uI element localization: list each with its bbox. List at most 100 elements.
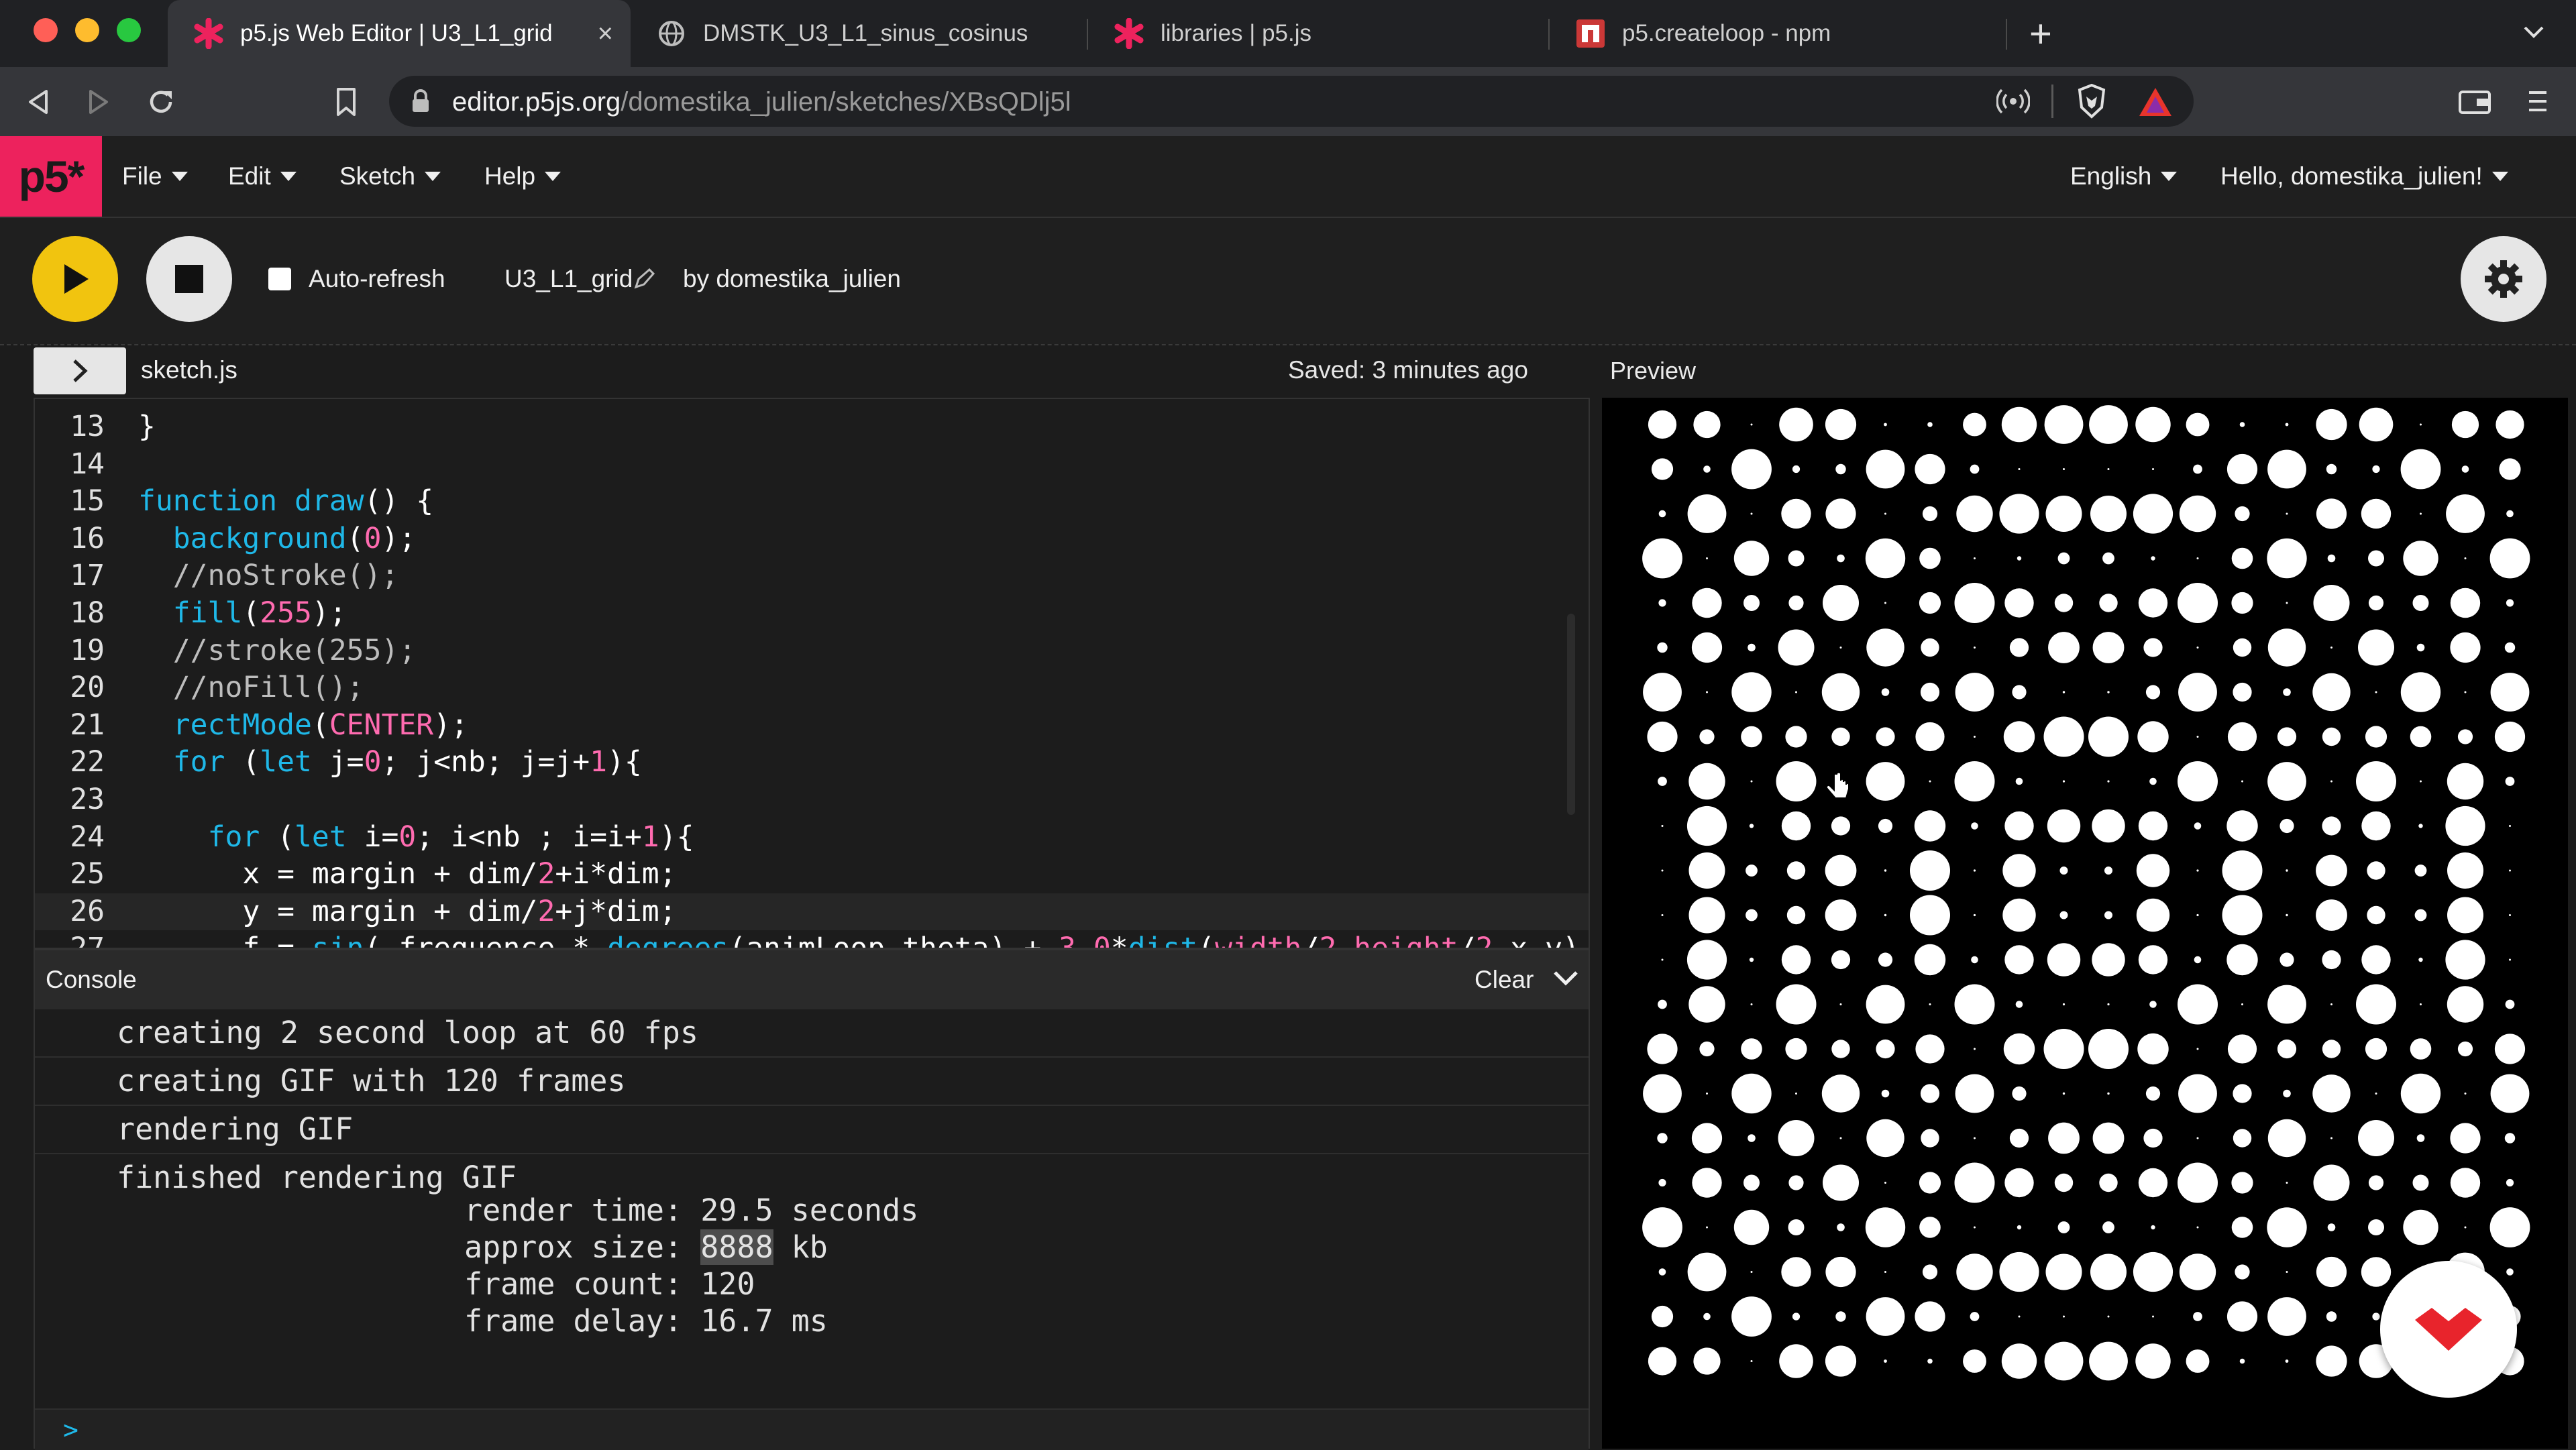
- grid-dot: [2267, 1297, 2306, 1336]
- browser-tab-p5-editor[interactable]: p5.js Web Editor | U3_L1_grid ×: [168, 0, 631, 67]
- new-tab-button[interactable]: +: [2029, 15, 2052, 54]
- code-line[interactable]: 15 function draw() {: [35, 483, 1589, 520]
- editor-scrollbar[interactable]: [1567, 614, 1575, 815]
- grid-dot: [1971, 822, 1978, 830]
- grid-dot: [1688, 897, 1725, 934]
- code-line[interactable]: 18 fill(255);: [35, 595, 1589, 632]
- browser-tab-npm[interactable]: p5.createloop - npm: [1550, 0, 2006, 67]
- code-line[interactable]: 19 //stroke(255);: [35, 632, 1589, 669]
- code-line[interactable]: 26 y = margin + dim/2+j*dim;: [35, 893, 1589, 930]
- code-line[interactable]: 23: [35, 781, 1589, 818]
- collapse-console-icon[interactable]: [1552, 969, 1579, 991]
- menu-file[interactable]: File: [122, 136, 188, 217]
- cast-icon[interactable]: [1996, 87, 2031, 119]
- tab-list-chevron-icon[interactable]: [2522, 24, 2545, 44]
- console-input[interactable]: >: [35, 1408, 1589, 1450]
- grid-dot: [2054, 594, 2074, 612]
- settings-button[interactable]: [2461, 236, 2546, 322]
- browser-tab-sinus-cosinus[interactable]: DMSTK_U3_L1_sinus_cosinus: [631, 0, 1087, 67]
- grid-dot: [2003, 721, 2035, 752]
- close-tab-icon[interactable]: ×: [598, 20, 613, 47]
- grid-dot: [2043, 716, 2084, 757]
- hand-cursor-icon: [1825, 771, 1851, 811]
- grid-dot: [2400, 672, 2441, 712]
- stop-button[interactable]: [146, 236, 232, 322]
- code-line[interactable]: 20 //noFill();: [35, 669, 1589, 706]
- grid-dot: [2186, 1349, 2210, 1373]
- code-line[interactable]: 27 f = sin( frequence * degrees(animLoop…: [35, 930, 1589, 948]
- window-zoom-button[interactable]: [117, 18, 141, 42]
- grid-dot: [2233, 682, 2252, 702]
- menu-help[interactable]: Help: [484, 136, 561, 217]
- auto-refresh-checkbox[interactable]: [268, 268, 291, 290]
- code-line[interactable]: 13}: [35, 408, 1589, 445]
- bookmark-icon[interactable]: [325, 80, 368, 123]
- grid-dot: [1831, 727, 1850, 746]
- grid-dot: [2279, 952, 2294, 967]
- window-minimize-button[interactable]: [75, 18, 99, 42]
- code-line[interactable]: 14: [35, 446, 1589, 483]
- browser-tab-libraries[interactable]: libraries | p5.js: [1088, 0, 1548, 67]
- grid-dot: [1741, 1038, 1762, 1060]
- console-clear-button[interactable]: Clear: [1474, 964, 1534, 996]
- edit-pencil-icon[interactable]: [633, 268, 655, 293]
- brave-rewards-icon[interactable]: [2137, 86, 2174, 121]
- caret-down-icon: [2491, 172, 2508, 181]
- grid-dot: [1835, 463, 1846, 475]
- code-line[interactable]: 17 //noStroke();: [35, 557, 1589, 594]
- grid-dot: [1686, 805, 1727, 846]
- grid-dot: [2414, 909, 2427, 922]
- window-close-button[interactable]: [34, 18, 58, 42]
- menu-edit[interactable]: Edit: [228, 136, 297, 217]
- console-text: rendering GIF: [117, 1111, 354, 1147]
- grid-dot: [2286, 1271, 2288, 1273]
- sketch-name[interactable]: U3_L1_grid: [504, 263, 633, 295]
- browser-menu-icon[interactable]: [2526, 89, 2549, 117]
- globe-icon: [659, 21, 684, 46]
- menu-sketch[interactable]: Sketch: [339, 136, 441, 217]
- console-header: Console Clear: [35, 950, 1589, 1009]
- grid-dot: [2222, 895, 2263, 936]
- grid-dot: [2143, 638, 2163, 657]
- brave-shield-icon[interactable]: [2076, 83, 2108, 123]
- domestika-badge[interactable]: [2380, 1261, 2517, 1398]
- grid-dot: [2361, 811, 2391, 841]
- code-line[interactable]: 21 rectMode(CENTER);: [35, 707, 1589, 744]
- grid-dot: [2509, 958, 2511, 961]
- grid-dot: [2267, 628, 2306, 667]
- grid-dot: [2133, 494, 2174, 534]
- code-editor[interactable]: 13} 14 15 function draw() {16 background(0)…: [34, 398, 1590, 949]
- grid-dot: [2509, 914, 2511, 916]
- expand-sidebar-button[interactable]: [34, 347, 126, 394]
- code-line[interactable]: 24 for (let i=0; i<nb ; i=i+1){: [35, 819, 1589, 856]
- wallet-icon[interactable]: [2458, 89, 2491, 119]
- grid-dot: [1876, 1039, 1895, 1059]
- play-button[interactable]: [32, 236, 118, 322]
- grid-dot: [2316, 1345, 2347, 1377]
- grid-dot: [2178, 984, 2218, 1025]
- code-line[interactable]: 25 x = margin + dim/2+i*dim;: [35, 856, 1589, 893]
- code-line[interactable]: 16 background(0);: [35, 520, 1589, 557]
- grid-dot: [2464, 1093, 2467, 1095]
- grid-dot: [2420, 780, 2422, 783]
- back-icon[interactable]: [16, 80, 59, 123]
- grid-dot: [1878, 818, 1893, 834]
- user-menu[interactable]: Hello, domestika_julien!: [2220, 136, 2508, 217]
- grid-dot: [1785, 726, 1807, 748]
- grid-dot: [1647, 721, 1678, 752]
- console-message: creating GIF with 120 frames: [35, 1058, 1589, 1106]
- grid-dot: [2286, 602, 2288, 604]
- file-name[interactable]: sketch.js: [141, 354, 237, 386]
- code-line[interactable]: 22 for (let j=0; j<nb; j=j+1){: [35, 744, 1589, 781]
- grid-dot: [2145, 685, 2161, 700]
- language-menu[interactable]: English: [2070, 136, 2178, 217]
- grid-dot: [2446, 494, 2485, 533]
- grid-dot: [2196, 647, 2199, 649]
- line-number: 22: [70, 745, 105, 779]
- size-highlight: 8888: [700, 1229, 773, 1265]
- p5-logo[interactable]: p5*: [0, 136, 102, 217]
- grid-dot: [1919, 1217, 1941, 1238]
- url-text[interactable]: editor.p5js.org/domestika_julien/sketche…: [452, 83, 1071, 121]
- forward-icon[interactable]: [78, 80, 121, 123]
- reload-icon[interactable]: [140, 80, 182, 123]
